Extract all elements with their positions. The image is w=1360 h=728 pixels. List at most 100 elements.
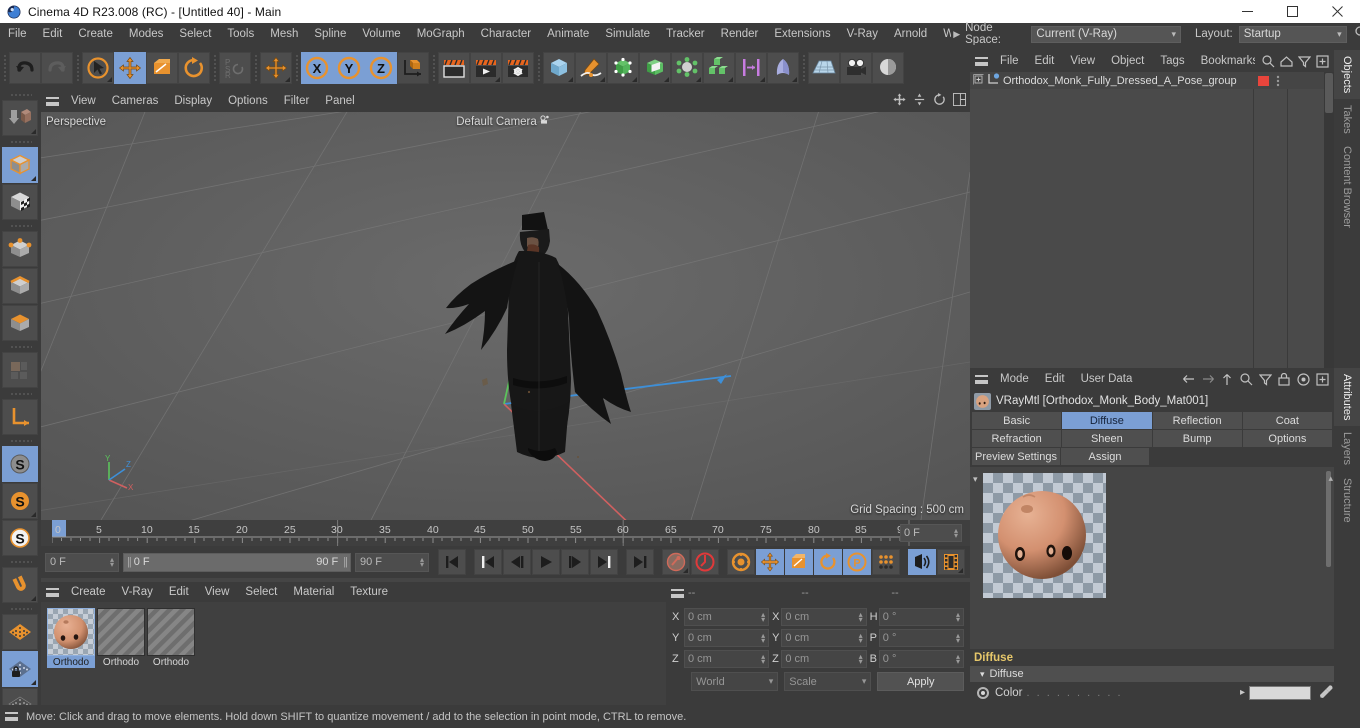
spinner-icon[interactable]: ▴ ▾ — [859, 631, 863, 644]
material-preview[interactable] — [97, 608, 145, 656]
viewport-menu-options[interactable]: Options — [220, 95, 276, 107]
spinner-icon[interactable]: ▴ ▾ — [956, 652, 960, 665]
make-editable-button[interactable] — [2, 100, 38, 136]
node-space-select[interactable]: Current (V-Ray) ▾ — [1031, 25, 1182, 43]
left-toolbar-grip[interactable] — [0, 389, 41, 398]
size-z-input[interactable]: 0 cm ▴ ▾ — [781, 649, 867, 668]
toolbar-grip[interactable] — [251, 45, 260, 90]
cube-primitive-button[interactable] — [543, 51, 575, 84]
polygon-mode-button[interactable] — [2, 305, 38, 341]
menu-overflow-arrow-icon[interactable]: ▶ — [951, 29, 965, 40]
tab-content-browser[interactable]: Content Browser — [1334, 140, 1360, 234]
close-button[interactable] — [1315, 0, 1360, 23]
material-menu-icon[interactable] — [41, 581, 63, 603]
range-right-grip[interactable]: || — [338, 556, 348, 568]
object-tree[interactable]: Orthodox_Monk_Fully_Dressed_A_Pose_group — [970, 72, 1334, 368]
material-menu-edit[interactable]: Edit — [161, 586, 197, 598]
menu-modes[interactable]: Modes — [121, 23, 172, 45]
camera-small-icon[interactable] — [540, 115, 550, 127]
menu-character[interactable]: Character — [473, 23, 540, 45]
material-menu-vray[interactable]: V-Ray — [114, 586, 161, 598]
model-mode-button[interactable] — [2, 147, 38, 183]
rotation-h-input[interactable]: 0 ° ▴ ▾ — [878, 607, 964, 626]
edge-mode-button[interactable] — [2, 268, 38, 304]
tab-preview-settings[interactable]: Preview Settings — [972, 448, 1060, 465]
filter-icon[interactable] — [1256, 368, 1274, 390]
toolbar-grip[interactable] — [210, 45, 219, 90]
material-item[interactable]: Orthodo — [147, 608, 195, 705]
timeline-frame-field[interactable]: 0 F ▴ ▾ — [900, 524, 962, 542]
target-icon[interactable] — [1294, 368, 1312, 390]
object-dots-icon[interactable] — [1276, 75, 1280, 90]
attribute-scrollbar[interactable] — [1326, 471, 1331, 567]
filter-icon[interactable] — [1295, 50, 1313, 72]
position-z-input[interactable]: 0 cm ▴ ▾ — [683, 649, 770, 668]
object-menu-file[interactable]: File — [992, 55, 1027, 67]
material-menu-material[interactable]: Material — [285, 586, 342, 598]
menu-spline[interactable]: Spline — [306, 23, 354, 45]
chevron-down-icon[interactable]: ▾ — [973, 474, 978, 485]
render-settings-button[interactable] — [502, 51, 534, 84]
spinner-icon[interactable]: ▴ ▾ — [956, 610, 960, 623]
attribute-menu-mode[interactable]: Mode — [992, 373, 1037, 385]
dynamics-button[interactable] — [767, 51, 799, 84]
spinner-icon[interactable]: ▴ ▾ — [761, 631, 765, 644]
viewport-zoom-icon[interactable] — [913, 93, 926, 109]
lock-workplane-button[interactable] — [2, 651, 38, 687]
scale-tool-button[interactable] — [146, 51, 178, 84]
z-axis-lock-button[interactable]: Z — [365, 51, 397, 84]
autokeying-button[interactable] — [691, 549, 719, 575]
left-toolbar-grip[interactable] — [0, 557, 41, 566]
attribute-menu-icon[interactable] — [970, 368, 992, 390]
viewport-menu-view[interactable]: View — [63, 95, 104, 107]
live-selection-button[interactable] — [82, 51, 114, 84]
timeline-ruler[interactable]: 0 5 10 15 20 25 30 35 40 45 50 55 60 65 … — [52, 520, 910, 546]
eyedropper-icon[interactable] — [1311, 684, 1334, 702]
menu-tools[interactable]: Tools — [219, 23, 262, 45]
tab-structure[interactable]: Structure — [1334, 472, 1360, 529]
x-axis-lock-button[interactable]: X — [301, 51, 333, 84]
material-item[interactable]: Orthodo — [97, 608, 145, 705]
camera-button[interactable] — [840, 51, 872, 84]
menu-create[interactable]: Create — [70, 23, 121, 45]
tab-reflection[interactable]: Reflection — [1152, 412, 1242, 429]
position-x-input[interactable]: 0 cm ▴ ▾ — [683, 607, 770, 626]
mograph-cloner-button[interactable] — [703, 51, 735, 84]
material-menu-texture[interactable]: Texture — [342, 586, 396, 598]
coordinates-menu-icon[interactable] — [666, 582, 688, 604]
max-frame-input[interactable]: 90 F ▴ ▾ — [355, 552, 429, 572]
menu-mograph[interactable]: MoGraph — [409, 23, 473, 45]
viewport-menu-icon[interactable] — [41, 90, 63, 112]
toolbar-grip[interactable] — [534, 45, 543, 90]
toolbar-grip[interactable] — [799, 45, 808, 90]
play-button[interactable] — [532, 549, 560, 575]
viewport-menu-panel[interactable]: Panel — [317, 95, 362, 107]
menu-extensions[interactable]: Extensions — [766, 23, 838, 45]
chevron-right-icon[interactable]: ▸ — [1240, 687, 1249, 698]
spinner-icon[interactable]: ▴ ▾ — [954, 527, 958, 540]
go-to-end-button[interactable] — [626, 549, 654, 575]
material-menu-view[interactable]: View — [197, 586, 238, 598]
material-preview[interactable] — [47, 608, 95, 656]
menu-animate[interactable]: Animate — [539, 23, 597, 45]
redo-button[interactable] — [41, 51, 73, 84]
object-tree-scrollbar[interactable] — [1324, 72, 1334, 368]
material-preview[interactable] — [147, 608, 195, 656]
layout-select[interactable]: Startup ▾ — [1238, 25, 1347, 43]
spinner-icon[interactable]: ▴ ▾ — [859, 610, 863, 623]
magnet-button[interactable] — [2, 567, 38, 603]
viewport-menu-cameras[interactable]: Cameras — [104, 95, 167, 107]
rotation-b-input[interactable]: 0 ° ▴ ▾ — [878, 649, 964, 668]
menu-vray[interactable]: V-Ray — [839, 23, 886, 45]
viewport-move-icon[interactable] — [893, 93, 906, 109]
up-arrow-icon[interactable] — [1218, 368, 1236, 390]
minimize-button[interactable] — [1225, 0, 1270, 23]
scale-key-button[interactable] — [785, 549, 813, 575]
step-back-button[interactable] — [503, 549, 531, 575]
step-forward-button[interactable] — [561, 549, 589, 575]
plus-expand-icon[interactable] — [973, 73, 984, 88]
undo-button[interactable] — [9, 51, 41, 84]
tab-diffuse[interactable]: Diffuse — [1062, 412, 1152, 429]
tab-attributes[interactable]: Attributes — [1334, 368, 1360, 427]
position-key-button[interactable] — [756, 549, 784, 575]
